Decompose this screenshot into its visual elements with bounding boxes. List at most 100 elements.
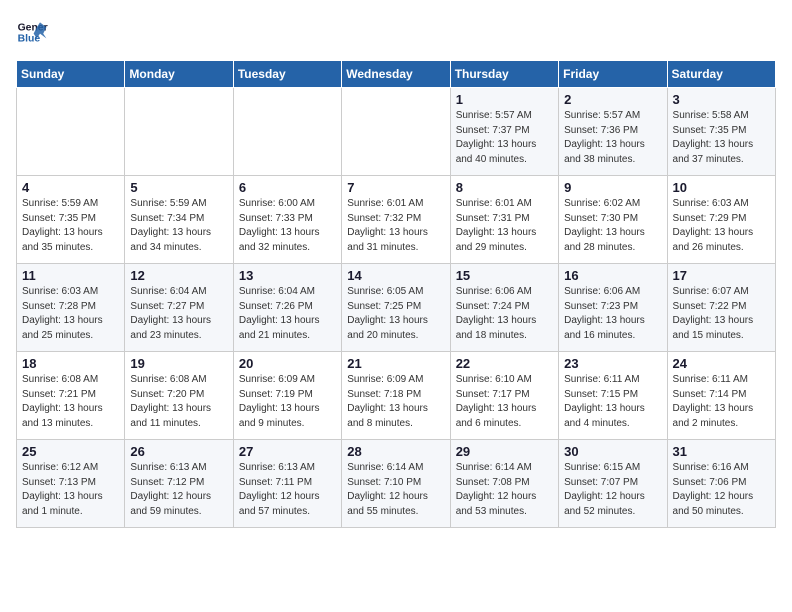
page-header: General Blue: [16, 16, 776, 48]
day-info: Sunrise: 6:14 AM Sunset: 7:10 PM Dayligh…: [347, 461, 444, 519]
day-info: Sunrise: 6:13 AM Sunset: 7:11 PM Dayligh…: [239, 461, 336, 519]
week-row-2: 4 Sunrise: 5:59 AM Sunset: 7:35 PM Daylig…: [17, 176, 776, 264]
day-number: 21: [347, 356, 444, 371]
day-info: Sunrise: 6:11 AM Sunset: 7:15 PM Dayligh…: [564, 373, 661, 431]
day-info: Sunrise: 6:15 AM Sunset: 7:07 PM Dayligh…: [564, 461, 661, 519]
day-info: Sunrise: 6:10 AM Sunset: 7:17 PM Dayligh…: [456, 373, 553, 431]
header-cell-saturday: Saturday: [667, 61, 775, 88]
day-number: 16: [564, 268, 661, 283]
day-cell: [17, 88, 125, 176]
week-row-1: 1Sunrise: 5:57 AM Sunset: 7:37 PM Daylig…: [17, 88, 776, 176]
week-row-5: 25Sunrise: 6:12 AM Sunset: 7:13 PM Dayli…: [17, 440, 776, 528]
day-info: Sunrise: 6:02 AM Sunset: 7:30 PM Dayligh…: [564, 197, 661, 255]
day-cell: 5Sunrise: 5:59 AM Sunset: 7:34 PM Daylig…: [125, 176, 233, 264]
day-cell: 11Sunrise: 6:03 AM Sunset: 7:28 PM Dayli…: [17, 264, 125, 352]
day-cell: 9 Sunrise: 6:02 AM Sunset: 7:30 PM Daylig…: [559, 176, 667, 264]
day-info: Sunrise: 6:01 AM Sunset: 7:32 PM Dayligh…: [347, 197, 444, 255]
day-number: 26: [130, 444, 227, 459]
day-number: 4: [22, 180, 119, 195]
header-cell-tuesday: Tuesday: [233, 61, 341, 88]
day-info: Sunrise: 6:05 AM Sunset: 7:25 PM Dayligh…: [347, 285, 444, 343]
day-number: 2: [564, 92, 661, 107]
calendar-body: 1Sunrise: 5:57 AM Sunset: 7:37 PM Daylig…: [17, 88, 776, 528]
day-cell: 27Sunrise: 6:13 AM Sunset: 7:11 PM Dayli…: [233, 440, 341, 528]
day-cell: 13 Sunrise: 6:04 AM Sunset: 7:26 PM Dayli…: [233, 264, 341, 352]
day-number: 17: [673, 268, 770, 283]
day-info: Sunrise: 6:04 AM Sunset: 7:26 PM Dayligh…: [239, 285, 336, 343]
day-cell: 22 Sunrise: 6:10 AM Sunset: 7:17 PM Dayli…: [450, 352, 558, 440]
day-info: Sunrise: 6:16 AM Sunset: 7:06 PM Dayligh…: [673, 461, 770, 519]
day-cell: 31 Sunrise: 6:16 AM Sunset: 7:06 PM Dayli…: [667, 440, 775, 528]
day-info: Sunrise: 6:08 AM Sunset: 7:20 PM Dayligh…: [130, 373, 227, 431]
week-row-4: 18 Sunrise: 6:08 AM Sunset: 7:21 PM Dayli…: [17, 352, 776, 440]
day-cell: 23 Sunrise: 6:11 AM Sunset: 7:15 PM Dayli…: [559, 352, 667, 440]
day-cell: 24 Sunrise: 6:11 AM Sunset: 7:14 PM Dayli…: [667, 352, 775, 440]
day-number: 7: [347, 180, 444, 195]
day-cell: 18 Sunrise: 6:08 AM Sunset: 7:21 PM Dayli…: [17, 352, 125, 440]
day-cell: 16 Sunrise: 6:06 AM Sunset: 7:23 PM Dayli…: [559, 264, 667, 352]
header-cell-monday: Monday: [125, 61, 233, 88]
day-info: Sunrise: 6:13 AM Sunset: 7:12 PM Dayligh…: [130, 461, 227, 519]
day-cell: 26 Sunrise: 6:13 AM Sunset: 7:12 PM Dayli…: [125, 440, 233, 528]
day-cell: 17Sunrise: 6:07 AM Sunset: 7:22 PM Dayli…: [667, 264, 775, 352]
day-number: 12: [130, 268, 227, 283]
day-cell: 12 Sunrise: 6:04 AM Sunset: 7:27 PM Dayli…: [125, 264, 233, 352]
day-info: Sunrise: 6:04 AM Sunset: 7:27 PM Dayligh…: [130, 285, 227, 343]
day-cell: [342, 88, 450, 176]
day-info: Sunrise: 6:12 AM Sunset: 7:13 PM Dayligh…: [22, 461, 119, 519]
day-cell: [233, 88, 341, 176]
day-cell: 29 Sunrise: 6:14 AM Sunset: 7:08 PM Dayli…: [450, 440, 558, 528]
day-cell: 3 Sunrise: 5:58 AM Sunset: 7:35 PM Daylig…: [667, 88, 775, 176]
day-info: Sunrise: 6:11 AM Sunset: 7:14 PM Dayligh…: [673, 373, 770, 431]
day-cell: 6 Sunrise: 6:00 AM Sunset: 7:33 PM Daylig…: [233, 176, 341, 264]
day-cell: 30Sunrise: 6:15 AM Sunset: 7:07 PM Dayli…: [559, 440, 667, 528]
day-cell: 25Sunrise: 6:12 AM Sunset: 7:13 PM Dayli…: [17, 440, 125, 528]
day-number: 14: [347, 268, 444, 283]
day-number: 10: [673, 180, 770, 195]
day-cell: 4 Sunrise: 5:59 AM Sunset: 7:35 PM Daylig…: [17, 176, 125, 264]
day-number: 3: [673, 92, 770, 107]
day-number: 18: [22, 356, 119, 371]
calendar-header: SundayMondayTuesdayWednesdayThursdayFrid…: [17, 61, 776, 88]
day-info: Sunrise: 6:09 AM Sunset: 7:18 PM Dayligh…: [347, 373, 444, 431]
day-info: Sunrise: 6:00 AM Sunset: 7:33 PM Dayligh…: [239, 197, 336, 255]
day-cell: 19 Sunrise: 6:08 AM Sunset: 7:20 PM Dayli…: [125, 352, 233, 440]
calendar-table: SundayMondayTuesdayWednesdayThursdayFrid…: [16, 60, 776, 528]
day-number: 24: [673, 356, 770, 371]
logo: General Blue: [16, 16, 48, 48]
day-info: Sunrise: 5:58 AM Sunset: 7:35 PM Dayligh…: [673, 109, 770, 167]
day-info: Sunrise: 5:59 AM Sunset: 7:35 PM Dayligh…: [22, 197, 119, 255]
day-number: 29: [456, 444, 553, 459]
day-cell: 7 Sunrise: 6:01 AM Sunset: 7:32 PM Daylig…: [342, 176, 450, 264]
header-cell-friday: Friday: [559, 61, 667, 88]
day-number: 5: [130, 180, 227, 195]
day-info: Sunrise: 6:01 AM Sunset: 7:31 PM Dayligh…: [456, 197, 553, 255]
week-row-3: 11Sunrise: 6:03 AM Sunset: 7:28 PM Dayli…: [17, 264, 776, 352]
day-number: 22: [456, 356, 553, 371]
day-number: 23: [564, 356, 661, 371]
day-number: 31: [673, 444, 770, 459]
day-info: Sunrise: 6:06 AM Sunset: 7:23 PM Dayligh…: [564, 285, 661, 343]
day-number: 19: [130, 356, 227, 371]
day-number: 13: [239, 268, 336, 283]
day-cell: [125, 88, 233, 176]
day-cell: 10Sunrise: 6:03 AM Sunset: 7:29 PM Dayli…: [667, 176, 775, 264]
day-info: Sunrise: 6:14 AM Sunset: 7:08 PM Dayligh…: [456, 461, 553, 519]
day-number: 6: [239, 180, 336, 195]
day-number: 28: [347, 444, 444, 459]
header-row: SundayMondayTuesdayWednesdayThursdayFrid…: [17, 61, 776, 88]
day-info: Sunrise: 6:03 AM Sunset: 7:28 PM Dayligh…: [22, 285, 119, 343]
day-cell: 28 Sunrise: 6:14 AM Sunset: 7:10 PM Dayli…: [342, 440, 450, 528]
day-info: Sunrise: 6:08 AM Sunset: 7:21 PM Dayligh…: [22, 373, 119, 431]
day-cell: 15Sunrise: 6:06 AM Sunset: 7:24 PM Dayli…: [450, 264, 558, 352]
day-cell: 2 Sunrise: 5:57 AM Sunset: 7:36 PM Daylig…: [559, 88, 667, 176]
day-info: Sunrise: 5:57 AM Sunset: 7:36 PM Dayligh…: [564, 109, 661, 167]
day-cell: 21 Sunrise: 6:09 AM Sunset: 7:18 PM Dayli…: [342, 352, 450, 440]
day-cell: 1Sunrise: 5:57 AM Sunset: 7:37 PM Daylig…: [450, 88, 558, 176]
day-cell: 20Sunrise: 6:09 AM Sunset: 7:19 PM Dayli…: [233, 352, 341, 440]
day-number: 15: [456, 268, 553, 283]
day-info: Sunrise: 5:57 AM Sunset: 7:37 PM Dayligh…: [456, 109, 553, 167]
day-number: 9: [564, 180, 661, 195]
day-number: 20: [239, 356, 336, 371]
day-cell: 14 Sunrise: 6:05 AM Sunset: 7:25 PM Dayli…: [342, 264, 450, 352]
